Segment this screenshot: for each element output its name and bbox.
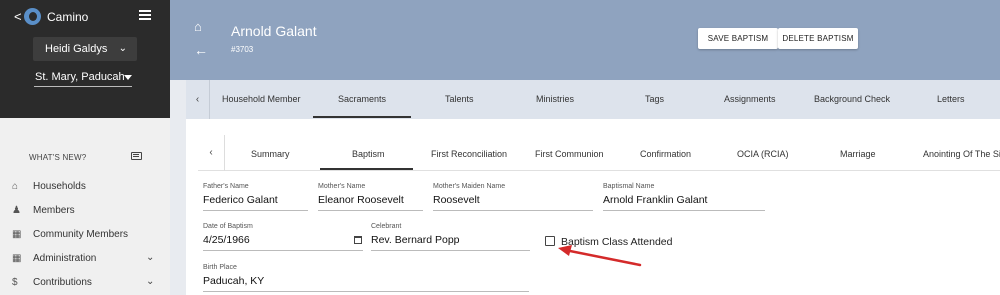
chevron-down-icon: ⌄ (146, 252, 155, 263)
date-of-baptism-label: Date of Baptism (203, 223, 253, 230)
app-name: Camino (47, 10, 89, 24)
user-dropdown[interactable]: Heidi Galdys ⌄ (33, 37, 137, 61)
tab-household-member[interactable]: Household Member (222, 94, 301, 104)
home-icon[interactable]: ⌂ (194, 19, 202, 34)
mothers-name-value[interactable]: Eleanor Roosevelt (318, 194, 404, 206)
field-underline (203, 250, 363, 251)
sidebar-item-label: Administration (33, 253, 97, 264)
tab-marriage[interactable]: Marriage (840, 149, 876, 159)
tab-ocia-rcia[interactable]: OCIA (RCIA) (737, 149, 789, 159)
people-icon: ♟ (12, 205, 21, 216)
tab-anointing-of-the-sick[interactable]: Anointing Of The Si (923, 149, 1000, 159)
chevron-down-icon: ⌄ (118, 43, 127, 54)
tab-baptism[interactable]: Baptism (352, 149, 385, 159)
sidebar-item-members[interactable]: ♟ Members (0, 200, 170, 224)
building-icon: ▦ (12, 229, 22, 240)
tab-background-check[interactable]: Background Check (814, 94, 890, 104)
chevron-left-icon[interactable]: ‹ (186, 80, 210, 119)
birth-place-value[interactable]: Paducah, KY (203, 275, 264, 287)
birth-place-label: Birth Place (203, 264, 237, 271)
chevron-down-icon: ⌄ (146, 276, 155, 287)
tab-tags[interactable]: Tags (645, 94, 664, 104)
tab-confirmation[interactable]: Confirmation (640, 149, 691, 159)
parish-select[interactable]: St. Mary, Paducah (35, 71, 132, 83)
active-tab-indicator (313, 116, 411, 118)
birth-place-field[interactable]: Birth Place Paducah, KY (203, 264, 529, 294)
sidebar: < Camino Heidi Galdys ⌄ St. Mary, Paduca… (0, 0, 170, 295)
sidebar-item-community-members[interactable]: ▦ Community Members (0, 224, 170, 248)
mothers-maiden-name-label: Mother's Maiden Name (433, 183, 506, 190)
primary-tabbar: ‹ Household Member Sacraments Talents Mi… (186, 80, 1000, 119)
sidebar-item-label: Community Members (33, 229, 129, 240)
caret-down-icon (124, 75, 132, 80)
newspaper-icon[interactable] (131, 152, 142, 160)
camino-logo-icon (24, 8, 41, 25)
back-arrow-icon[interactable]: ← (194, 42, 208, 58)
baptism-class-attended-checkbox[interactable] (545, 236, 555, 246)
whats-new-label[interactable]: WHAT'S NEW? (29, 153, 86, 162)
collapse-back-icon[interactable]: < (14, 9, 22, 25)
field-underline (203, 210, 308, 211)
save-baptism-button[interactable]: SAVE BAPTISM (698, 28, 778, 49)
parish-name: St. Mary, Paducah (35, 71, 125, 83)
date-of-baptism-field[interactable]: Date of Baptism 4/25/1966 (203, 223, 363, 253)
baptismal-name-value[interactable]: Arnold Franklin Galant (603, 194, 707, 206)
dollar-icon: $ (12, 277, 18, 288)
field-underline (318, 210, 423, 211)
sidebar-item-administration[interactable]: ▦ Administration ⌄ (0, 248, 170, 272)
fathers-name-value[interactable]: Federico Galant (203, 194, 278, 206)
parish-select-underline (34, 86, 132, 87)
celebrant-field[interactable]: Celebrant Rev. Bernard Popp (371, 223, 530, 253)
celebrant-value[interactable]: Rev. Bernard Popp (371, 234, 460, 246)
mothers-name-label: Mother's Name (318, 183, 366, 190)
secondary-tabbar: ‹ Summary Baptism First Reconciliation F… (198, 135, 1000, 171)
fathers-name-field[interactable]: Father's Name Federico Galant (203, 183, 308, 213)
celebrant-label: Celebrant (371, 223, 402, 230)
sidebar-item-label: Contributions (33, 277, 92, 288)
page-header: ⌂ ← Arnold Galant #3703 SAVE BAPTISM DEL… (170, 0, 1000, 80)
tab-letters[interactable]: Letters (937, 94, 965, 104)
fathers-name-label: Father's Name (203, 183, 249, 190)
field-underline (433, 210, 593, 211)
field-underline (603, 210, 765, 211)
tab-assignments[interactable]: Assignments (724, 94, 776, 104)
date-of-baptism-value[interactable]: 4/25/1966 (203, 234, 250, 246)
hamburger-menu-icon[interactable] (139, 10, 151, 20)
member-id: #3703 (231, 45, 254, 54)
sidebar-item-label: Households (33, 181, 86, 192)
mothers-name-field[interactable]: Mother's Name Eleanor Roosevelt (318, 183, 423, 213)
sidebar-item-contributions[interactable]: $ Contributions ⌄ (0, 272, 170, 295)
active-tab-indicator (320, 168, 413, 170)
baptismal-name-field[interactable]: Baptismal Name Arnold Franklin Galant (603, 183, 765, 213)
mothers-maiden-name-field[interactable]: Mother's Maiden Name Roosevelt (433, 183, 593, 213)
user-name: Heidi Galdys (45, 43, 108, 55)
home-icon: ⌂ (12, 181, 19, 192)
grid-icon: ▦ (12, 253, 22, 264)
delete-baptism-button[interactable]: DELETE BAPTISM (778, 28, 858, 49)
sidebar-item-households[interactable]: ⌂ Households (0, 176, 170, 200)
chevron-left-icon[interactable]: ‹ (198, 135, 225, 171)
mothers-maiden-name-value[interactable]: Roosevelt (433, 194, 480, 206)
tab-sacraments[interactable]: Sacraments (338, 94, 386, 104)
tab-first-reconciliation[interactable]: First Reconciliation (431, 149, 507, 159)
baptismal-name-label: Baptismal Name (603, 183, 655, 190)
tab-first-communion[interactable]: First Communion (535, 149, 604, 159)
calendar-icon[interactable] (354, 236, 362, 244)
field-underline (203, 291, 529, 292)
sidebar-item-label: Members (33, 205, 75, 216)
field-underline (371, 250, 530, 251)
page-title: Arnold Galant (231, 23, 317, 39)
sidebar-header: < Camino Heidi Galdys ⌄ St. Mary, Paduca… (0, 0, 170, 118)
tab-ministries[interactable]: Ministries (536, 94, 574, 104)
annotation-arrow-icon (558, 245, 642, 267)
tab-summary[interactable]: Summary (251, 149, 290, 159)
tab-talents[interactable]: Talents (445, 94, 474, 104)
